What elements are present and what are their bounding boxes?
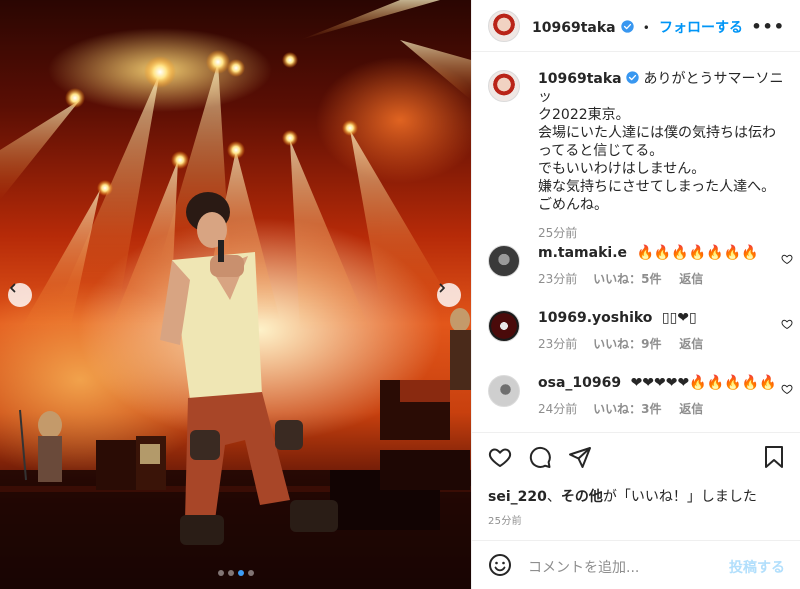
post-header: 10969taka • フォローする ••• [472,0,800,52]
comment-likes[interactable]: いいね：5件 [593,272,661,286]
comment-text: ❤❤❤❤❤🔥🔥🔥🔥🔥 [630,375,777,391]
chevron-right-icon [439,283,445,293]
carousel-dot [247,570,254,576]
emoji-icon[interactable] [488,553,512,577]
bookmark-icon[interactable] [763,445,785,469]
author-avatar[interactable] [488,10,520,42]
commenter-avatar[interactable] [488,245,520,277]
reply-button[interactable]: 返信 [679,272,703,286]
caption-line: ク2022東京。 [538,107,630,123]
post-comment-button[interactable]: 投稿する [729,557,785,577]
likes-summary: sei_220、その他が「いいね！」しました [488,486,757,506]
caption-avatar[interactable] [488,70,520,102]
comment-composer: コメントを追加... 投稿する [472,540,800,589]
caption-line: 嫌な気持ちにさせてしまった人達へ。 [538,179,776,195]
follow-button[interactable]: フォローする [659,20,743,36]
comment-time[interactable]: 23分前 [538,272,577,286]
post-actions [472,432,800,482]
concert-scene [0,0,471,589]
dot-separator: • [642,21,650,35]
share-icon[interactable] [568,445,592,469]
carousel-dot [237,570,244,576]
comment-time[interactable]: 23分前 [538,337,577,351]
heart-icon[interactable] [781,383,793,395]
comment-input[interactable]: コメントを追加... [528,557,639,577]
caption-line: ごめんね。 [538,197,608,213]
comment-text: ▯▯❤▯ [661,310,697,326]
commenter-avatar[interactable] [488,375,520,407]
caption-line: 会場にいた人達には僕の気持ちは伝わ [538,125,776,141]
reply-button[interactable]: 返信 [679,402,703,416]
next-slide-button[interactable] [437,283,461,307]
comment-text: 🔥🔥🔥🔥🔥🔥🔥 [636,245,759,261]
comment-icon[interactable] [528,445,552,469]
comment-username[interactable]: m.tamaki.e [538,245,627,261]
carousel-dot [217,570,224,576]
liked-by-separator: 、 [546,489,561,505]
liked-by-suffix: が「いいね！」しました [602,489,757,505]
comment-item: m.tamaki.e 🔥🔥🔥🔥🔥🔥🔥 23分前 いいね：5件 返信 [488,245,793,295]
comment-likes[interactable]: いいね：9件 [593,337,661,351]
reply-button[interactable]: 返信 [679,337,703,351]
heart-icon[interactable] [488,445,512,469]
comment-username[interactable]: osa_10969 [538,375,621,391]
liked-by-user[interactable]: sei_220 [488,489,547,505]
carousel-dot [227,570,234,576]
caption-line: ってると信じてる。 [538,143,664,159]
previous-slide-button[interactable] [8,283,32,307]
caption-line: でもいいわけはしません。 [538,161,706,177]
more-icon[interactable]: ••• [751,17,785,36]
chevron-left-icon [10,283,16,293]
heart-icon[interactable] [781,318,793,330]
heart-icon[interactable] [781,253,793,265]
post-caption: 10969taka ありがとうサマーソニッ ク2022東京。 会場にいた人達には… [538,70,788,242]
caption-username[interactable]: 10969taka [538,71,622,87]
comment-username[interactable]: 10969.yoshiko [538,310,652,326]
comment-item: osa_10969 ❤❤❤❤❤🔥🔥🔥🔥🔥 24分前 いいね：3件 返信 [488,375,793,425]
caption-time: 25分前 [538,226,578,240]
comment-likes[interactable]: いいね：3件 [593,402,661,416]
verified-icon [621,20,634,33]
comment-time[interactable]: 24分前 [538,402,577,416]
author-username[interactable]: 10969taka [532,20,616,36]
carousel-indicator [0,570,471,576]
comment-item: 10969.yoshiko ▯▯❤▯ 23分前 いいね：9件 返信 [488,310,793,360]
commenter-avatar[interactable] [488,310,520,342]
liked-by-others[interactable]: その他 [561,489,603,505]
verified-icon [626,71,639,84]
post-time[interactable]: 25分前 [488,512,522,527]
post-sidebar: 10969taka • フォローする ••• 10969taka ありがとうサマ… [471,0,800,589]
post-photo[interactable] [0,0,471,589]
